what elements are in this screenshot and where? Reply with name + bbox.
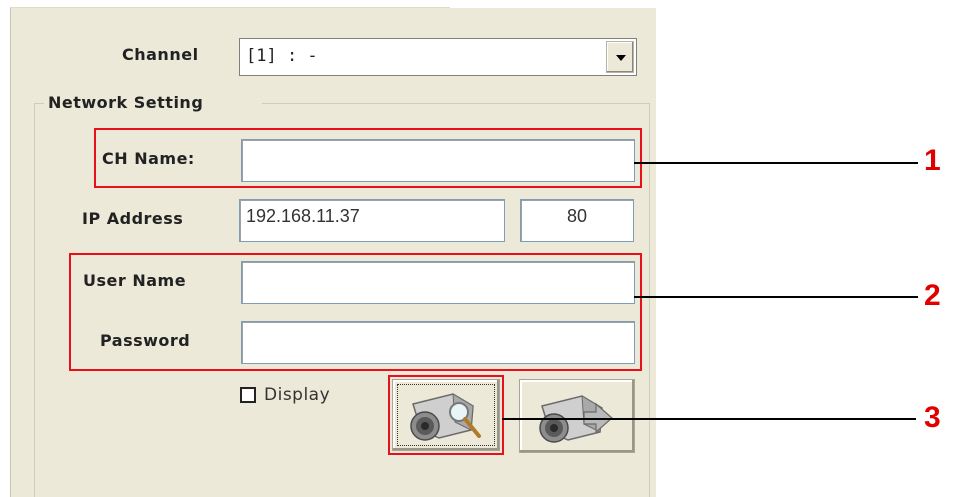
- camera-connect-button[interactable]: [519, 379, 635, 453]
- group-border-left: [34, 103, 35, 497]
- callout-line-3: [502, 418, 916, 420]
- callout-line-1: [634, 162, 918, 164]
- callout-number-3: 3: [924, 401, 941, 434]
- group-border-top-right: [262, 103, 650, 104]
- chevron-down-icon[interactable]: [606, 41, 634, 73]
- highlight-box-1: [94, 128, 642, 188]
- port-input[interactable]: 80: [520, 199, 634, 242]
- channel-select-value: [1] : -: [246, 46, 318, 66]
- ip-address-input[interactable]: 192.168.11.37: [239, 199, 505, 242]
- highlight-box-2: [69, 253, 642, 371]
- callout-number-2: 2: [924, 279, 941, 312]
- callout-number-1: 1: [924, 144, 941, 177]
- highlight-box-3: [388, 375, 504, 455]
- channel-label: Channel: [122, 45, 199, 64]
- camera-arrow-icon: [539, 395, 613, 443]
- group-border-top-left: [34, 103, 44, 104]
- callout-line-2: [634, 296, 918, 298]
- display-checkbox[interactable]: [240, 387, 256, 403]
- channel-select[interactable]: [1] : -: [239, 38, 637, 76]
- ip-address-label: IP Address: [82, 209, 184, 228]
- network-setting-title: Network Setting: [46, 93, 206, 112]
- display-label: Display: [264, 385, 331, 405]
